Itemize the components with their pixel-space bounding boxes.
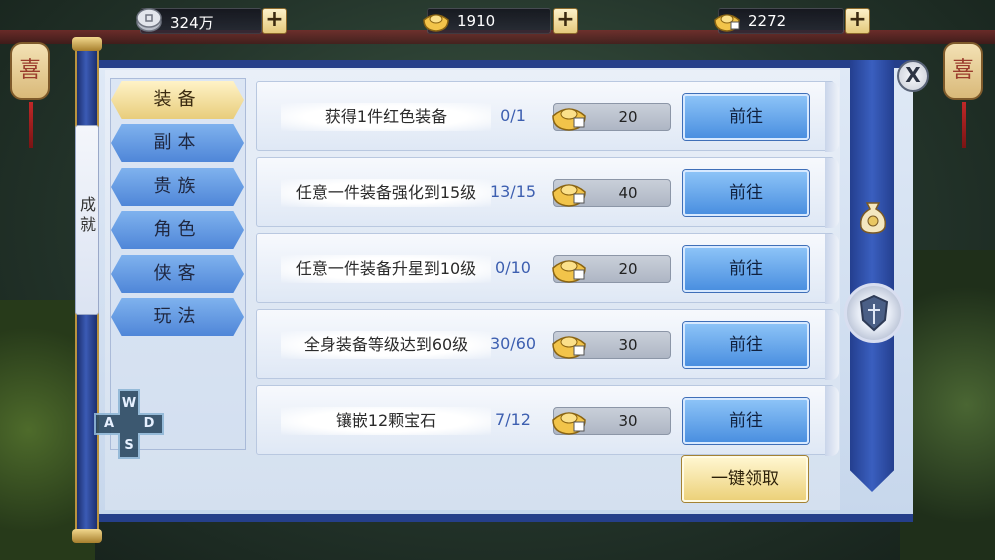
add-bound-gold-button[interactable]: + — [845, 8, 870, 34]
dpad-up-key[interactable]: W — [119, 396, 139, 411]
tab-equipment[interactable]: 装备 — [111, 81, 244, 119]
achievement-progress: 0/1 — [500, 106, 526, 125]
close-button[interactable]: X — [897, 60, 929, 92]
resource-gold: 1910 + — [423, 8, 578, 34]
reward-box: 30 — [552, 331, 671, 359]
dpad-left-key[interactable]: A — [99, 416, 119, 431]
reward-amount: 30 — [618, 336, 638, 354]
achievement-progress: 7/12 — [495, 410, 531, 429]
achievement-title: 获得1件红色装备 — [281, 103, 491, 131]
achievement-row: 获得1件红色装备 0/1 20 前往 — [256, 81, 839, 152]
reward-box: 20 — [552, 255, 671, 283]
tab-gameplay[interactable]: 玩法 — [111, 298, 244, 336]
reward-box: 40 — [552, 179, 671, 207]
achievement-title: 任意一件装备强化到15级 — [281, 179, 491, 207]
gold-ingot-locked-icon — [552, 412, 586, 435]
add-silver-button[interactable]: + — [262, 8, 287, 34]
achievement-title: 全身装备等级达到60级 — [281, 331, 491, 359]
achievement-progress: 13/15 — [489, 182, 537, 201]
achievement-row: 全身装备等级达到60级 30/60 30 前往 — [256, 309, 839, 380]
tab-hero[interactable]: 侠客 — [111, 255, 244, 293]
achievement-title: 镶嵌12颗宝石 — [281, 407, 491, 435]
tab-character[interactable]: 角色 — [111, 211, 244, 249]
add-gold-button[interactable]: + — [553, 8, 578, 34]
gold-ingot-locked-icon — [552, 108, 586, 131]
gold-ingot-locked-icon — [552, 260, 586, 283]
gold-amount: 1910 — [457, 12, 496, 30]
go-button[interactable]: 前往 — [683, 170, 809, 216]
achievement-row: 镶嵌12颗宝石 7/12 30 前往 — [256, 385, 839, 456]
achievement-progress: 30/60 — [489, 334, 537, 353]
emblem-icon[interactable] — [844, 283, 904, 343]
achievement-title: 任意一件装备升星到10级 — [281, 255, 491, 283]
background-grass-right — [900, 250, 995, 560]
reward-box: 20 — [552, 103, 671, 131]
reward-box: 30 — [552, 407, 671, 435]
resource-silver: 324万 + — [136, 8, 290, 34]
wasd-dpad[interactable]: W A S D — [93, 388, 165, 460]
achievement-progress: 0/10 — [495, 258, 531, 277]
lantern-left-icon: 喜 — [10, 42, 50, 148]
silver-amount: 324万 — [170, 14, 214, 32]
tab-noble[interactable]: 贵族 — [111, 168, 244, 206]
reward-amount: 30 — [618, 412, 638, 430]
achievement-side-label: 成就 — [77, 196, 96, 236]
achievement-row: 任意一件装备升星到10级 0/10 20 前往 — [256, 233, 839, 304]
reward-amount: 40 — [618, 184, 638, 202]
lantern-right-icon: 喜 — [943, 42, 983, 148]
silver-coin-icon — [136, 8, 162, 32]
claim-all-button[interactable]: 一键领取 — [682, 456, 808, 502]
gold-ingot-locked-icon — [552, 336, 586, 359]
right-ribbon — [850, 60, 894, 492]
bound-gold-amount: 2272 — [748, 12, 787, 30]
achievement-row: 任意一件装备强化到15级 13/15 40 前往 — [256, 157, 839, 228]
reward-amount: 20 — [618, 108, 638, 126]
tab-dungeon[interactable]: 副本 — [111, 124, 244, 162]
dpad-right-key[interactable]: D — [139, 416, 159, 431]
go-button[interactable]: 前往 — [683, 246, 809, 292]
achievement-side-tab[interactable]: 成就 — [75, 125, 99, 315]
gold-ingot-locked-icon — [714, 14, 740, 32]
resource-bound-gold: 2272 + — [714, 8, 870, 34]
money-bag-icon[interactable] — [857, 195, 889, 235]
reward-amount: 20 — [618, 260, 638, 278]
gold-ingot-locked-icon — [552, 184, 586, 207]
go-button[interactable]: 前往 — [683, 398, 809, 444]
gold-ingot-icon — [423, 14, 449, 32]
go-button[interactable]: 前往 — [683, 94, 809, 140]
go-button[interactable]: 前往 — [683, 322, 809, 368]
dpad-down-key[interactable]: S — [119, 438, 139, 453]
